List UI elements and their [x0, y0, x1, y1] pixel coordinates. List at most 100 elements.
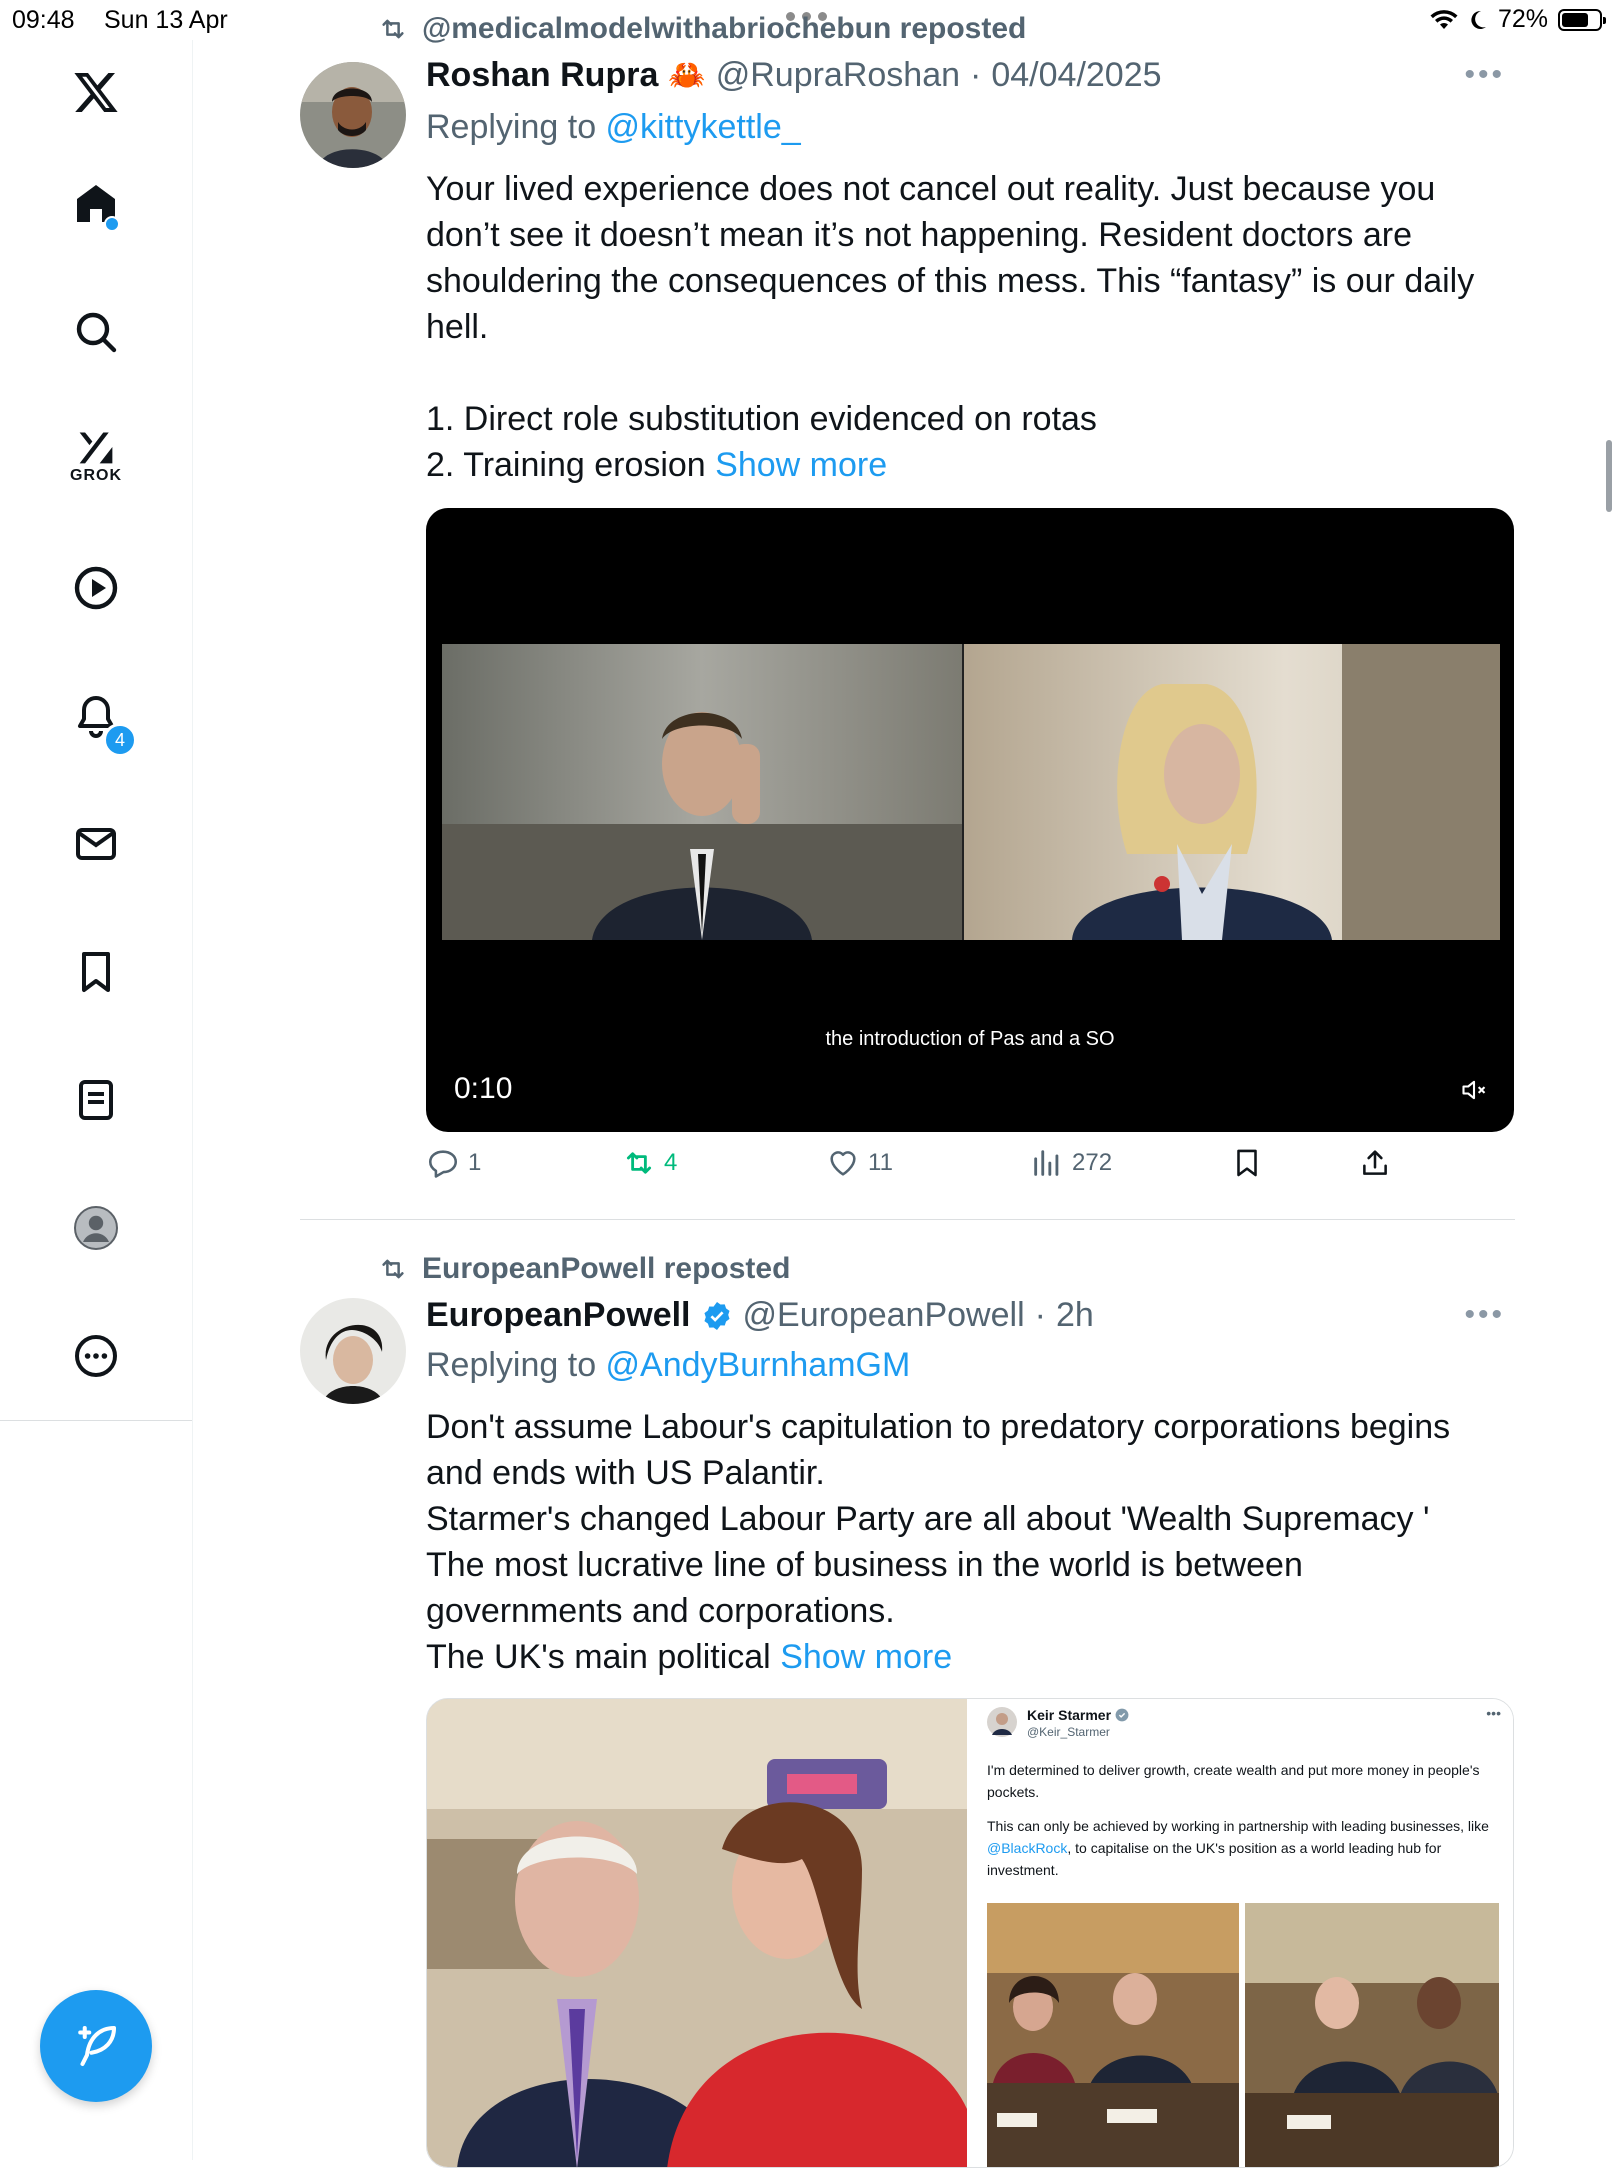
tweet-timestamp[interactable]: 04/04/2025	[991, 56, 1161, 95]
video-duration: 0:10	[454, 1072, 513, 1105]
repost-text[interactable]: @medicalmodelwithabriochebun reposted	[422, 12, 1026, 46]
embedded-avatar	[987, 1707, 1017, 1737]
grok-icon	[79, 432, 113, 464]
embedded-text-part: This can only be achieved by working in …	[987, 1818, 1489, 1834]
embedded-more-icon: •••	[1486, 1705, 1501, 1721]
tweet[interactable]: EuropeanPowell reposted EuropeanPowell @…	[300, 1236, 1515, 2168]
tweet-text-line: shouldering the consequences of this mes…	[426, 262, 1475, 300]
repost-count: 4	[664, 1149, 678, 1176]
home-unread-dot	[104, 216, 120, 232]
verified-badge-icon	[1115, 1708, 1129, 1722]
repost-button[interactable]: 4	[622, 1146, 677, 1180]
tweet-actions: 1 4 11 272	[426, 1146, 1516, 1194]
scroll-indicator[interactable]	[1606, 440, 1612, 512]
search-nav-item[interactable]	[52, 288, 140, 376]
author-name[interactable]: EuropeanPowell	[426, 1296, 691, 1335]
lists-nav-item[interactable]	[52, 1056, 140, 1144]
tweet-text-last: 2. Training erosion	[426, 446, 716, 484]
reply-count: 1	[468, 1149, 482, 1176]
tweet-text: Your lived experience does not cancel ou…	[426, 166, 1516, 488]
views-button[interactable]: 272	[1030, 1146, 1112, 1180]
status-date: Sun 13 Apr	[104, 6, 228, 34]
replying-to-handle[interactable]: @AndyBurnhamGM	[606, 1346, 911, 1384]
like-button[interactable]: 11	[826, 1146, 893, 1180]
x-logo-icon[interactable]	[52, 48, 140, 136]
tweet-text-line: and ends with US Palantir.	[426, 1454, 825, 1492]
mute-icon[interactable]	[1460, 1076, 1488, 1104]
embedded-author-handle: @Keir_Starmer	[1027, 1725, 1110, 1739]
author-name[interactable]: Roshan Rupra	[426, 56, 658, 95]
search-icon	[76, 312, 117, 353]
author-handle[interactable]: @EuropeanPowell	[743, 1296, 1025, 1335]
repost-text[interactable]: EuropeanPowell reposted	[422, 1252, 790, 1286]
tweet-text-line: 2. Training erosion Show more	[426, 442, 1516, 488]
grok-nav-item[interactable]: GROK	[52, 412, 140, 500]
photo-thumbnail[interactable]	[427, 1699, 967, 2168]
author-handle[interactable]: @RupraRoshan	[716, 56, 960, 95]
avatar[interactable]	[300, 62, 406, 168]
video-player[interactable]: the introduction of Pas and a SO 0:10	[426, 508, 1514, 1132]
more-nav-item[interactable]	[52, 1312, 140, 1400]
reply-icon	[428, 1150, 458, 1178]
bookmark-icon	[82, 952, 110, 992]
tweet-timestamp[interactable]: 2h	[1056, 1296, 1094, 1335]
tweet-text-line	[426, 350, 1516, 396]
repost-icon	[382, 1259, 404, 1279]
avatar[interactable]	[300, 1298, 406, 1404]
list-icon	[79, 1080, 113, 1120]
replying-prefix: Replying to	[426, 108, 606, 146]
embedded-photos	[987, 1903, 1499, 2167]
video-nav-item[interactable]	[52, 544, 140, 632]
compose-feather-icon	[78, 2025, 117, 2067]
heart-icon	[830, 1151, 856, 1176]
share-icon	[1363, 1150, 1387, 1175]
sidebar-nav: GROK 4	[0, 40, 193, 2160]
repost-indicator: @medicalmodelwithabriochebun reposted	[378, 12, 1026, 46]
dot-separator: ·	[970, 56, 982, 94]
show-more-link[interactable]: Show more	[715, 446, 887, 484]
home-nav-item[interactable]	[52, 160, 140, 248]
video-caption: the introduction of Pas and a SO	[825, 1028, 1115, 1050]
tweet-media[interactable]: Keir Starmer @Keir_Starmer ••• I'm deter…	[426, 1698, 1514, 2168]
tweet-text-line: hell.	[426, 308, 489, 346]
tweet[interactable]: @medicalmodelwithabriochebun reposted Ro…	[300, 0, 1515, 1220]
embedded-text: This can only be achieved by working in …	[987, 1815, 1497, 1881]
show-more-link[interactable]: Show more	[780, 1638, 952, 1676]
tweet-text-line: governments and corporations.	[426, 1592, 895, 1630]
messages-nav-item[interactable]	[52, 800, 140, 888]
more-options-icon[interactable]: •••	[1464, 1298, 1505, 1332]
more-options-icon[interactable]: •••	[1464, 58, 1505, 92]
bookmarks-nav-item[interactable]	[52, 928, 140, 1016]
replying-to-handle[interactable]: @kittykettle_	[606, 108, 801, 146]
profile-nav-item[interactable]	[52, 1184, 140, 1272]
battery-fill	[1562, 12, 1588, 27]
views-chart-icon	[1034, 1150, 1059, 1176]
more-circle-icon	[75, 1335, 117, 1377]
embedded-text: I'm determined to deliver growth, create…	[987, 1762, 1480, 1800]
tweet-divider	[300, 1219, 1515, 1220]
bookmark-button[interactable]	[1230, 1146, 1264, 1180]
profile-avatar-icon	[74, 1206, 118, 1250]
view-count: 272	[1072, 1149, 1113, 1176]
sidebar-divider	[0, 1420, 192, 1421]
status-time: 09:48	[12, 6, 75, 34]
verified-badge-icon	[703, 1301, 730, 1330]
like-count: 11	[868, 1149, 893, 1176]
reply-button[interactable]: 1	[426, 1146, 481, 1180]
tweet-text-line: The most lucrative line of business in t…	[426, 1546, 1303, 1584]
tweet-text-line: don’t see it doesn’t mean it’s not happe…	[426, 216, 1412, 254]
tweet-text-line: Your lived experience does not cancel ou…	[426, 170, 1436, 208]
envelope-icon	[76, 828, 116, 860]
embedded-tweet[interactable]: Keir Starmer @Keir_Starmer ••• I'm deter…	[967, 1699, 1513, 2167]
repost-icon	[626, 1152, 652, 1174]
share-button[interactable]	[1358, 1146, 1392, 1180]
repost-icon	[382, 19, 404, 39]
replying-to: Replying to @kittykettle_	[426, 108, 801, 147]
tweet-text-line: 1. Direct role substitution evidenced on…	[426, 400, 1097, 438]
grok-label: GROK	[70, 467, 122, 484]
tweet-text-line: Starmer's changed Labour Party are all a…	[426, 1500, 1430, 1538]
bookmark-icon	[1237, 1149, 1257, 1177]
embedded-author-name: Keir Starmer	[1027, 1707, 1112, 1723]
compose-button[interactable]	[40, 1990, 152, 2102]
notifications-badge: 4	[103, 723, 137, 757]
